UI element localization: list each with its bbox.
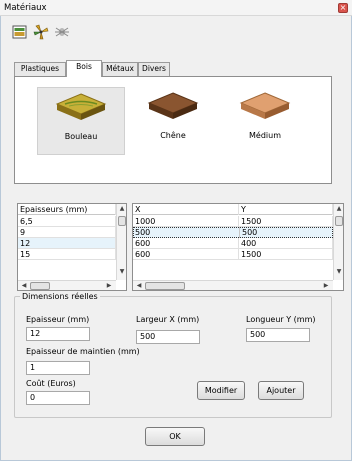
table-cell[interactable]: 500 [133, 227, 239, 238]
length-field[interactable]: 500 [246, 328, 310, 342]
tab-bois[interactable]: Bois [66, 60, 102, 77]
material-medium[interactable]: Médium [221, 87, 309, 155]
bouleau-swatch-icon [55, 93, 107, 120]
y-column-header: Y [239, 204, 333, 215]
x-column-header: X [133, 204, 239, 215]
table-row[interactable]: 9 [18, 227, 116, 238]
scroll-down-icon[interactable]: ▼ [117, 268, 126, 275]
table-row-selected[interactable]: 12 [18, 238, 116, 249]
thickness-table[interactable]: Epaisseurs (mm) 6,5 9 12 15 ▲ ▼ ◀ ▶ [17, 203, 127, 291]
thickness-header: Epaisseurs (mm) [18, 204, 116, 215]
table-row[interactable]: 15 [18, 249, 116, 260]
modify-button[interactable]: Modifier [197, 381, 245, 400]
table-cell[interactable]: 500 [239, 227, 333, 238]
thickness-hscrollbar[interactable]: ◀ ▶ [18, 280, 116, 290]
tab-plastiques[interactable]: Plastiques [14, 62, 66, 76]
material-label: Bouleau [64, 132, 98, 141]
thickness-field[interactable]: 12 [26, 327, 90, 341]
title-bar: Matériaux × [0, 0, 352, 16]
thickness-label: Epaisseur (mm) [26, 315, 90, 324]
dimensions-vscrollbar[interactable]: ▲ ▼ [333, 204, 343, 280]
bug-icon[interactable] [54, 24, 70, 40]
dimensions-hscrollbar[interactable]: ◀ ▶ [133, 280, 333, 290]
scroll-up-icon[interactable]: ▲ [334, 205, 343, 212]
width-label: Largeur X (mm) [136, 315, 200, 324]
material-bouleau[interactable]: Bouleau [37, 87, 125, 155]
close-button[interactable]: × [338, 3, 348, 13]
table-row[interactable]: 6,5 [18, 216, 116, 227]
scroll-thumb[interactable] [335, 216, 343, 226]
cost-label: Coût (Euros) [26, 379, 76, 388]
length-label: Longueur Y (mm) [246, 315, 316, 324]
window-title: Matériaux [4, 3, 47, 13]
materials-icon[interactable] [12, 24, 28, 40]
material-label: Médium [249, 131, 281, 140]
thickness-vscrollbar[interactable]: ▲ ▼ [116, 204, 126, 280]
table-cell[interactable]: 1500 [239, 216, 333, 227]
medium-swatch-icon [239, 92, 291, 119]
width-field[interactable]: 500 [136, 330, 200, 344]
scroll-thumb[interactable] [145, 282, 185, 290]
table-cell[interactable]: 1000 [133, 216, 239, 227]
scroll-right-icon[interactable]: ▶ [104, 282, 114, 289]
table-cell[interactable]: 600 [133, 238, 239, 249]
material-chene[interactable]: Chêne [129, 87, 217, 155]
scroll-left-icon[interactable]: ◀ [19, 282, 29, 289]
wood-materials-panel: Bouleau Chêne Médium [14, 76, 332, 184]
table-cell[interactable]: 400 [239, 238, 333, 249]
tab-divers[interactable]: Divers [138, 62, 170, 76]
chene-swatch-icon [147, 92, 199, 119]
add-button[interactable]: Ajouter [258, 381, 304, 400]
scroll-right-icon[interactable]: ▶ [321, 282, 331, 289]
table-cell[interactable]: 600 [133, 249, 239, 260]
scroll-thumb[interactable] [30, 282, 50, 290]
real-dimensions-legend: Dimensions réelles [20, 292, 100, 301]
scroll-thumb[interactable] [118, 216, 126, 226]
table-cell[interactable]: 1500 [239, 249, 333, 260]
hold-thickness-label: Epaisseur de maintien (mm) [26, 347, 140, 356]
material-label: Chêne [160, 131, 186, 140]
cost-field[interactable]: 0 [26, 391, 90, 405]
ok-button[interactable]: OK [145, 427, 205, 446]
scroll-down-icon[interactable]: ▼ [334, 268, 343, 275]
dimensions-table[interactable]: X Y 1000 1500 500 500 600 400 600 1500 ▲… [132, 203, 344, 291]
hold-thickness-field[interactable]: 1 [26, 361, 90, 375]
fan-icon[interactable] [33, 24, 49, 40]
tab-metaux[interactable]: Métaux [102, 62, 138, 76]
scroll-left-icon[interactable]: ◀ [134, 282, 144, 289]
scroll-up-icon[interactable]: ▲ [117, 205, 126, 212]
